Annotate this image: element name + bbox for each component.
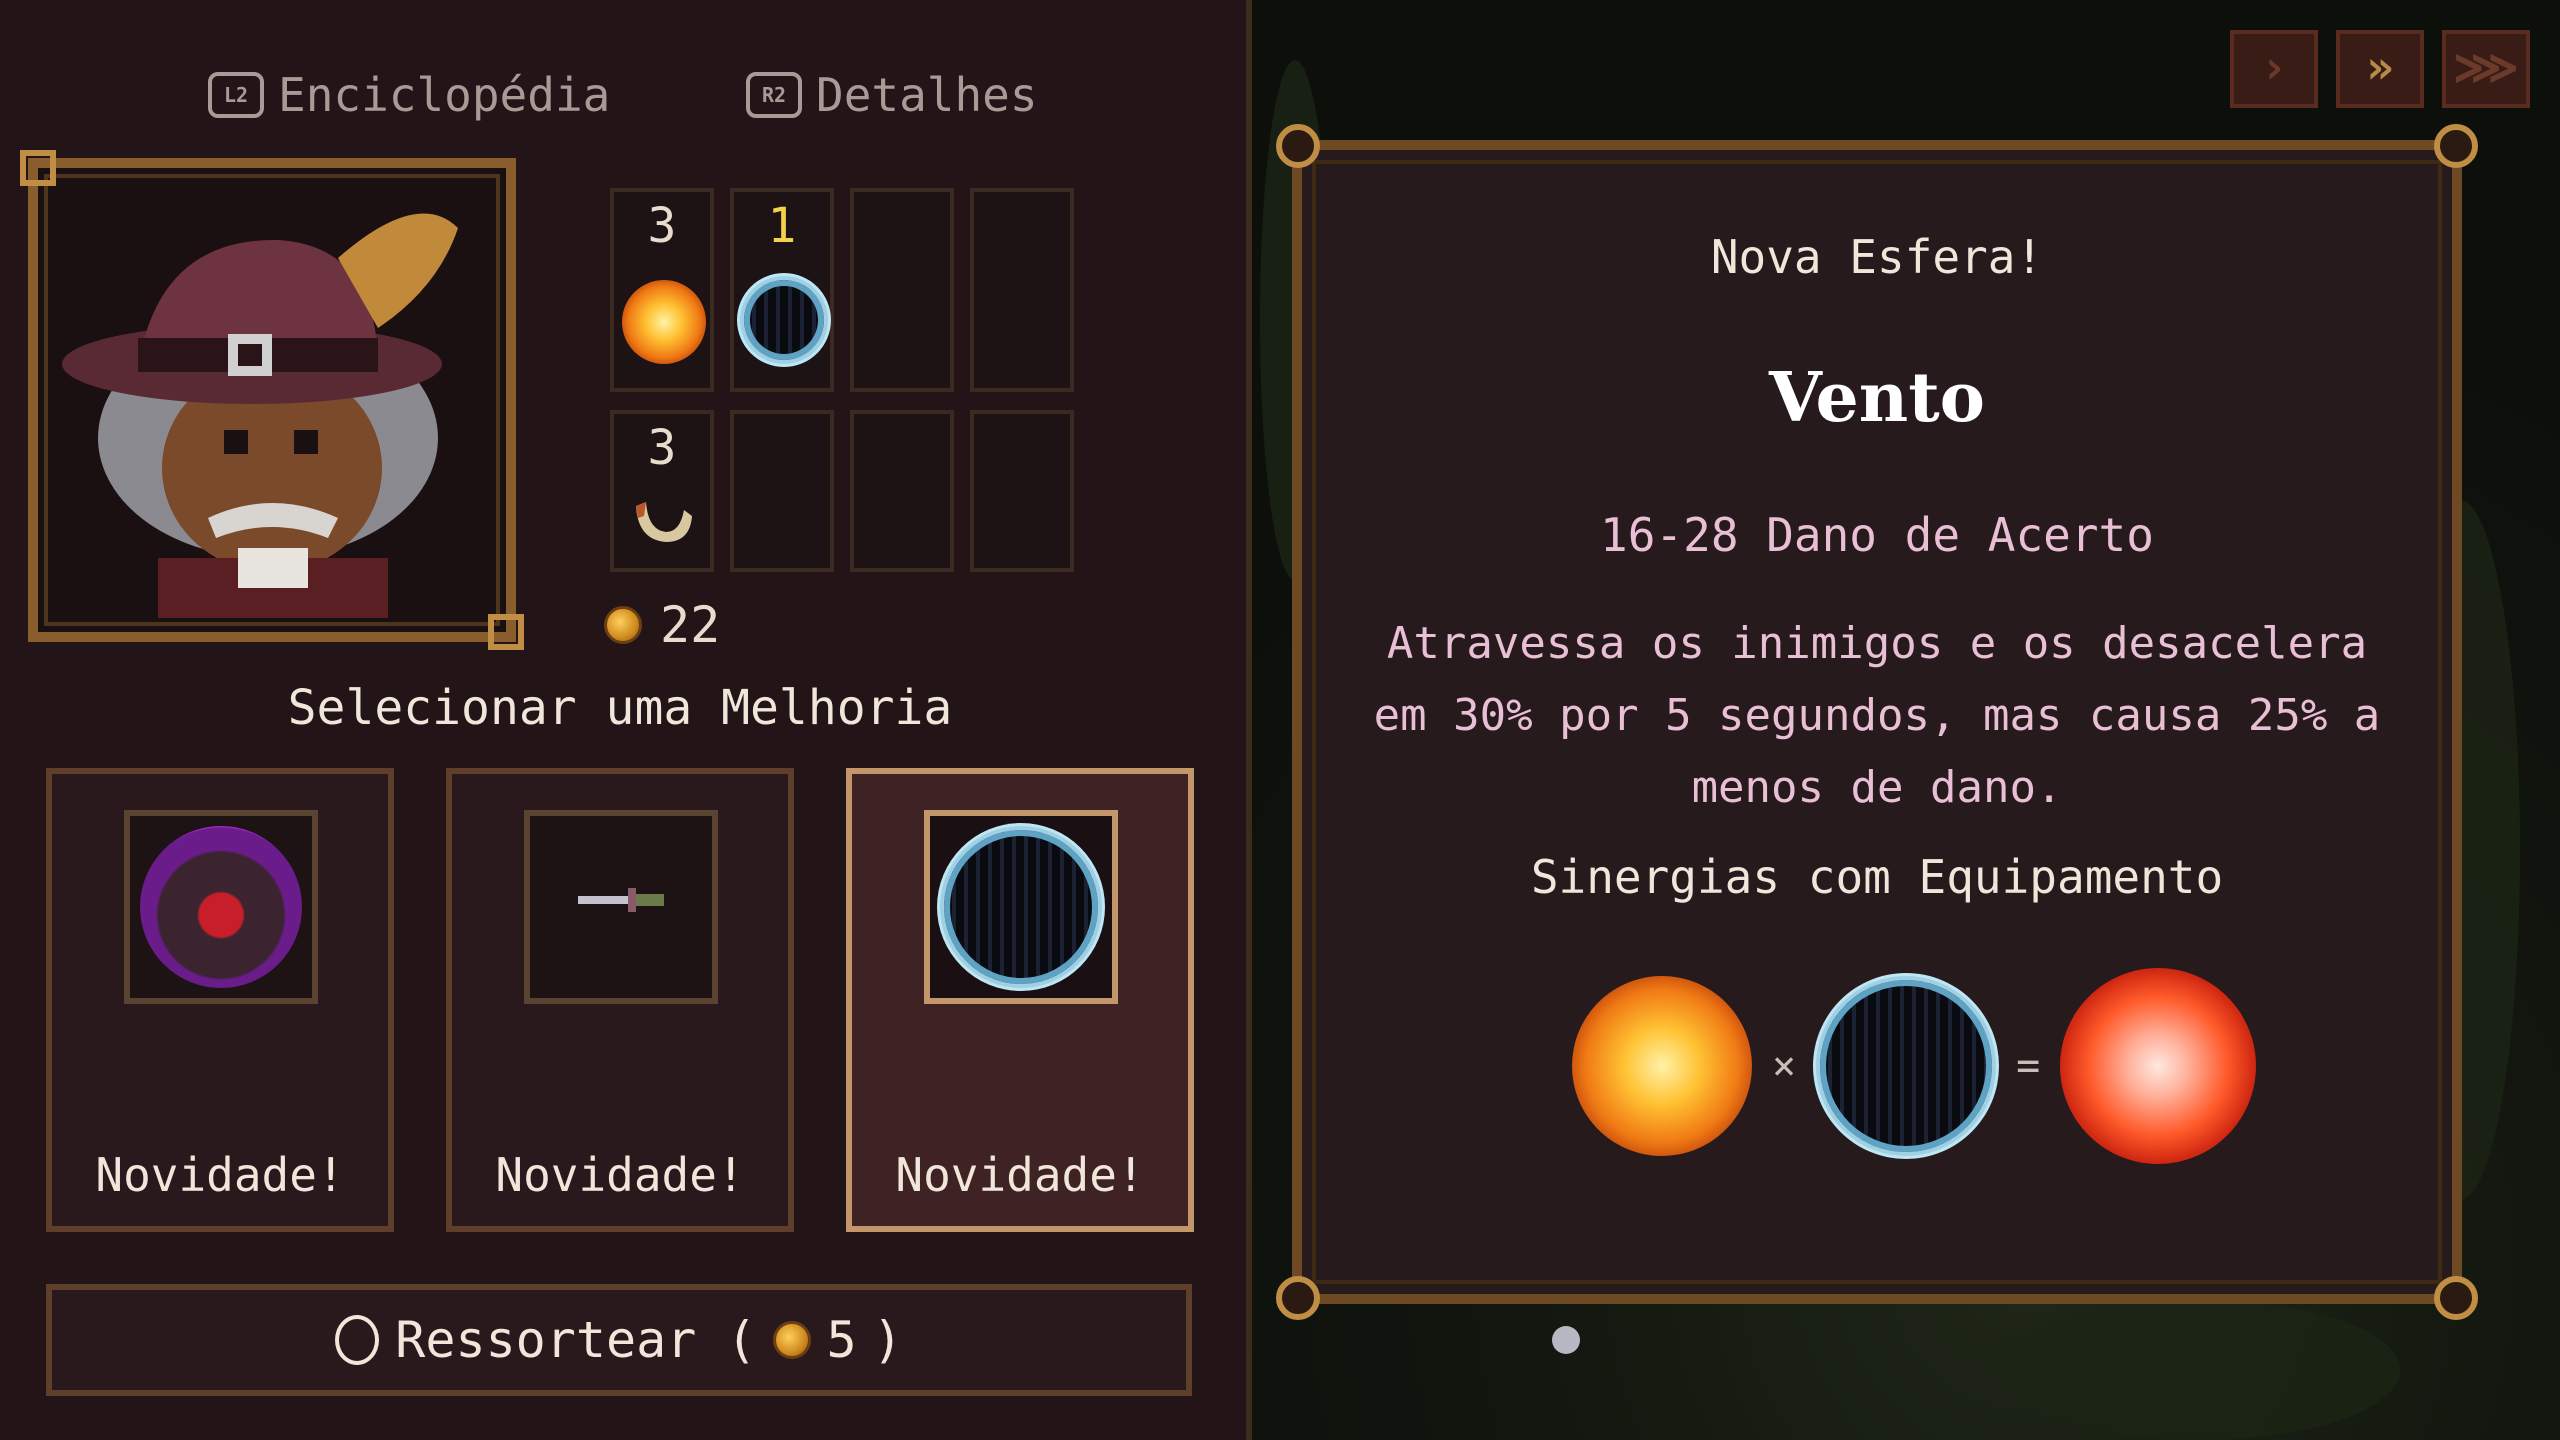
- frame-corner-ornament: [2434, 1276, 2478, 1320]
- item-count: 3: [647, 420, 677, 476]
- synergy-equals: =: [2016, 1043, 2041, 1089]
- inventory-slot-empty[interactable]: [850, 188, 954, 392]
- tab-label: Detalhes: [816, 68, 1038, 122]
- item-count: 1: [767, 198, 797, 254]
- fire-orb-icon: [1572, 976, 1752, 1156]
- speed-1x-button[interactable]: ›: [2230, 30, 2318, 108]
- character-portrait: [20, 150, 524, 650]
- orb-name: Vento: [1769, 358, 1985, 438]
- item-count: 3: [647, 198, 677, 254]
- l2-button-icon: L2: [208, 72, 264, 118]
- synergy-recipe: × =: [1572, 968, 2257, 1164]
- wind-orb-icon: [740, 276, 828, 364]
- frame-corner-ornament: [1276, 1276, 1320, 1320]
- tab-detalhes[interactable]: R2 Detalhes: [746, 55, 1038, 135]
- reroll-cost: 5: [826, 1311, 857, 1369]
- synergy-times: ×: [1772, 1043, 1797, 1089]
- details-panel: Nova Esfera! Vento 16-28 Dano de Acerto …: [1276, 124, 2478, 1320]
- musketeer-portrait-icon: [38, 168, 506, 632]
- synergy-title: Sinergias com Equipamento: [1530, 850, 2224, 904]
- inventory-slot[interactable]: 3: [610, 410, 714, 572]
- controller-button-icon: [335, 1315, 380, 1365]
- reroll-label: Ressortear (: [395, 1311, 757, 1369]
- reroll-close: ): [872, 1311, 903, 1369]
- wind-orb-icon: [1816, 976, 1997, 1156]
- card-icon-frame: [124, 810, 318, 1004]
- r2-button-icon: R2: [746, 72, 802, 118]
- gold-counter: 22: [604, 596, 720, 654]
- card-icon-frame: [924, 810, 1118, 1004]
- inventory-slot-empty[interactable]: [970, 410, 1074, 572]
- upgrade-card[interactable]: Novidade!: [446, 768, 794, 1232]
- card-label: Novidade!: [495, 1148, 745, 1202]
- character-panel: L2 Enciclopédia R2 Detalhes 3 1 3 22 Sel…: [0, 0, 1252, 1440]
- inventory-slot-empty[interactable]: [970, 188, 1074, 392]
- gold-amount: 22: [660, 596, 721, 654]
- bush-decoration: [2000, 1300, 2400, 1440]
- speed-3x-button[interactable]: ⋙: [2442, 30, 2530, 108]
- inferno-orb-icon: [2060, 968, 2257, 1164]
- inventory-slot[interactable]: 1: [730, 188, 834, 392]
- curse-orb-icon: [140, 826, 302, 988]
- inventory-slot-empty[interactable]: [730, 410, 834, 572]
- coin-icon: [604, 606, 642, 644]
- upgrade-card-selected[interactable]: Novidade!: [846, 768, 1194, 1232]
- upgrade-title: Selecionar uma Melhoria: [287, 680, 953, 736]
- card-label: Novidade!: [95, 1148, 345, 1202]
- orb-description: Atravessa os inimigos e os desacelera em…: [1373, 618, 2381, 813]
- tab-label: Enciclopédia: [278, 68, 611, 122]
- frame-corner-ornament: [2434, 124, 2478, 168]
- new-orb-header: Nova Esfera!: [1710, 230, 2044, 284]
- frame-corner-ornament: [1276, 124, 1320, 168]
- orb-damage: 16-28 Dano de Acerto: [1600, 508, 2154, 562]
- card-icon-frame: [524, 810, 718, 1004]
- enemy-marker: [1552, 1326, 1580, 1354]
- inventory-slot[interactable]: 3: [610, 188, 714, 392]
- upgrade-card[interactable]: Novidade!: [46, 768, 394, 1232]
- horn-icon: [636, 502, 692, 542]
- tab-enciclopedia[interactable]: L2 Enciclopédia: [208, 55, 610, 135]
- dagger-icon: [578, 888, 664, 912]
- card-label: Novidade!: [895, 1148, 1145, 1202]
- fire-orb-icon: [622, 280, 706, 364]
- inventory-slot-empty[interactable]: [850, 410, 954, 572]
- reroll-button[interactable]: Ressortear ( 5 ): [46, 1284, 1192, 1396]
- wind-orb-icon: [940, 826, 1102, 988]
- coin-icon: [772, 1321, 811, 1359]
- speed-2x-button[interactable]: »: [2336, 30, 2424, 108]
